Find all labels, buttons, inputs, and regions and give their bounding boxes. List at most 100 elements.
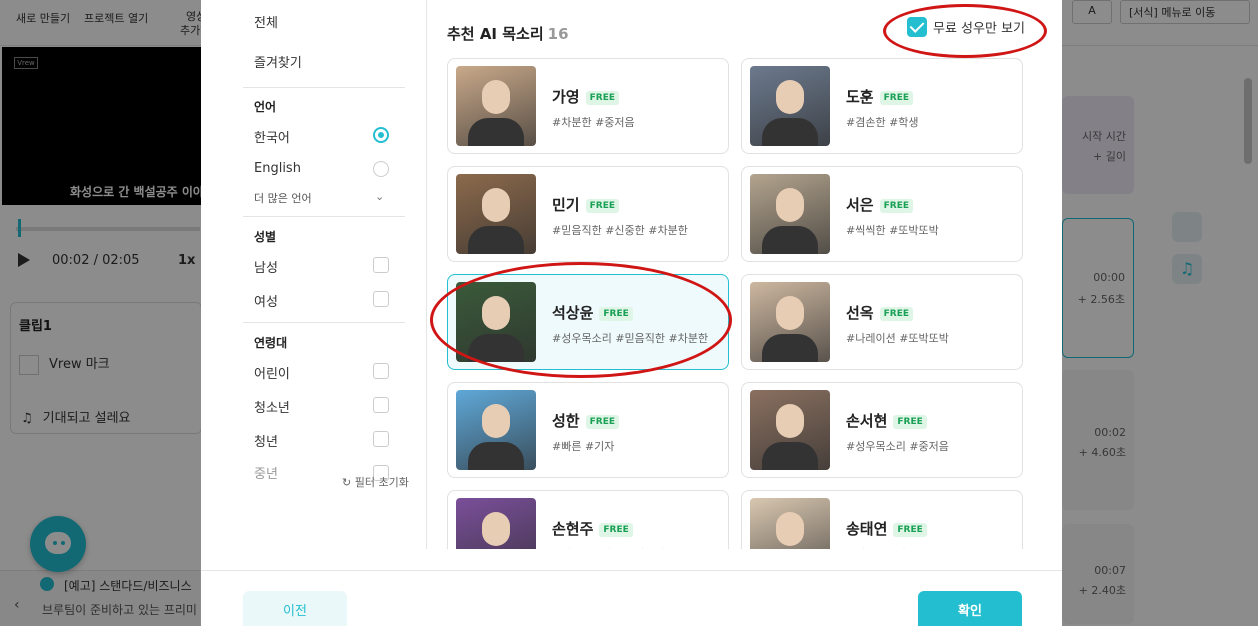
voice-tags: #성우목소리 #중저음 bbox=[846, 440, 949, 453]
voice-tags: #빠른 #기자 bbox=[552, 440, 615, 453]
lang-korean-label: 한국어 bbox=[254, 131, 290, 146]
prev-button[interactable]: 이전 bbox=[243, 591, 347, 626]
voice-avatar bbox=[750, 174, 830, 254]
voice-avatar bbox=[750, 282, 830, 362]
annotation-ellipse-free-toggle bbox=[883, 4, 1047, 58]
lang-english-label: English bbox=[254, 161, 301, 176]
free-badge: FREE bbox=[585, 198, 619, 213]
chevron-down-icon[interactable]: ⌄ bbox=[375, 190, 384, 203]
gender-header: 성별 bbox=[254, 230, 277, 244]
voice-name: 도훈 FREE bbox=[846, 86, 913, 107]
confirm-button[interactable]: 확인 bbox=[918, 591, 1022, 626]
avatar-body-icon bbox=[762, 118, 818, 146]
voice-avatar bbox=[750, 498, 830, 549]
voice-card[interactable]: 성한 FREE #빠른 #기자 bbox=[447, 382, 729, 478]
voice-card[interactable]: 서은 FREE #씩씩한 #또박또박 bbox=[741, 166, 1023, 262]
gender-female-checkbox[interactable] bbox=[373, 291, 389, 307]
age-middle-label: 중년 bbox=[254, 467, 278, 482]
free-badge: FREE bbox=[893, 522, 927, 537]
voice-name: 민기 FREE bbox=[552, 194, 619, 215]
filter-reset-button[interactable]: ↻ 필터 초기화 bbox=[342, 474, 409, 490]
voice-tags: #성우목소리 #또박또박 bbox=[552, 546, 665, 549]
voice-card[interactable]: 손현주 FREE #성우목소리 #또박또박 bbox=[447, 490, 729, 549]
voice-name-text: 도훈 bbox=[846, 88, 874, 106]
avatar-body-icon bbox=[468, 442, 524, 470]
avatar-body-icon bbox=[468, 226, 524, 254]
voice-card[interactable]: 가영 FREE #차분한 #중저음 bbox=[447, 58, 729, 154]
avatar-face-icon bbox=[776, 188, 804, 222]
voice-list-title-text: 추천 AI 목소리 bbox=[447, 25, 544, 43]
lang-english-radio[interactable] bbox=[373, 161, 389, 177]
divider bbox=[243, 216, 405, 217]
voice-count: 16 bbox=[547, 25, 569, 43]
voice-name: 성한 FREE bbox=[552, 410, 619, 431]
voice-name: 송태연 FREE bbox=[846, 518, 927, 539]
avatar-face-icon bbox=[776, 80, 804, 114]
voice-avatar bbox=[456, 390, 536, 470]
avatar-body-icon bbox=[468, 118, 524, 146]
voice-name: 가영 FREE bbox=[552, 86, 619, 107]
voice-name-text: 서은 bbox=[846, 196, 874, 214]
voice-avatar bbox=[750, 390, 830, 470]
voice-tags: #겸손한 #학생 bbox=[846, 116, 919, 129]
free-badge: FREE bbox=[585, 90, 619, 105]
voice-tags: #성우목소리 #눈음 bbox=[846, 546, 939, 549]
free-badge: FREE bbox=[599, 522, 633, 537]
voice-card[interactable]: 선옥 FREE #나레이션 #또박또박 bbox=[741, 274, 1023, 370]
filter-all[interactable]: 전체 bbox=[254, 12, 278, 31]
free-badge: FREE bbox=[585, 414, 619, 429]
voice-avatar bbox=[456, 498, 536, 549]
voice-name: 서은 FREE bbox=[846, 194, 913, 215]
voice-card[interactable]: 민기 FREE #믿음직한 #신중한 #차분한 bbox=[447, 166, 729, 262]
voice-name: 손현주 FREE bbox=[552, 518, 633, 539]
age-child-label: 어린이 bbox=[254, 367, 290, 382]
gender-male-checkbox[interactable] bbox=[373, 257, 389, 273]
voice-name-text: 손현주 bbox=[552, 520, 594, 538]
filter-favorites[interactable]: 즐겨찾기 bbox=[254, 52, 302, 71]
voice-name: 손서현 FREE bbox=[846, 410, 927, 431]
voice-name-text: 성한 bbox=[552, 412, 580, 430]
voice-card[interactable]: 도훈 FREE #겸손한 #학생 bbox=[741, 58, 1023, 154]
free-badge: FREE bbox=[879, 198, 913, 213]
age-young-label: 청년 bbox=[254, 435, 278, 450]
filter-panel: 전체 즐겨찾기 언어 한국어 English 더 많은 언어 ⌄ 성별 남성 여… bbox=[201, 0, 427, 549]
gender-male-label: 남성 bbox=[254, 261, 278, 276]
avatar-face-icon bbox=[776, 512, 804, 546]
voice-name-text: 선옥 bbox=[846, 304, 874, 322]
more-languages-button[interactable]: 더 많은 언어 bbox=[254, 190, 312, 206]
voice-card[interactable]: 송태연 FREE #성우목소리 #눈음 bbox=[741, 490, 1023, 549]
voice-tags: #나레이션 #또박또박 bbox=[846, 332, 949, 345]
free-badge: FREE bbox=[879, 306, 913, 321]
voice-list-title: 추천 AI 목소리 16 bbox=[447, 23, 569, 44]
age-teen-checkbox[interactable] bbox=[373, 397, 389, 413]
voice-name-text: 손서현 bbox=[846, 412, 888, 430]
avatar-face-icon bbox=[776, 296, 804, 330]
filter-reset-label: 필터 초기화 bbox=[354, 476, 409, 489]
voice-card[interactable]: 손서현 FREE #성우목소리 #중저음 bbox=[741, 382, 1023, 478]
free-badge: FREE bbox=[879, 90, 913, 105]
avatar-body-icon bbox=[762, 442, 818, 470]
voice-name: 선옥 FREE bbox=[846, 302, 913, 323]
avatar-body-icon bbox=[762, 226, 818, 254]
lang-korean-radio[interactable] bbox=[373, 127, 389, 143]
language-header: 언어 bbox=[254, 100, 277, 114]
avatar-body-icon bbox=[762, 334, 818, 362]
voice-name-text: 가영 bbox=[552, 88, 580, 106]
voice-name-text: 민기 bbox=[552, 196, 580, 214]
age-header: 연령대 bbox=[254, 336, 288, 350]
free-badge: FREE bbox=[893, 414, 927, 429]
avatar-face-icon bbox=[482, 404, 510, 438]
voice-avatar bbox=[750, 66, 830, 146]
voice-tags: #믿음직한 #신중한 #차분한 bbox=[552, 224, 688, 237]
age-child-checkbox[interactable] bbox=[373, 363, 389, 379]
avatar-face-icon bbox=[482, 188, 510, 222]
age-teen-label: 청소년 bbox=[254, 401, 290, 416]
voice-tags: #씩씩한 #또박또박 bbox=[846, 224, 939, 237]
divider bbox=[243, 87, 405, 88]
voice-tags: #차분한 #중저음 bbox=[552, 116, 635, 129]
age-young-checkbox[interactable] bbox=[373, 431, 389, 447]
voice-avatar bbox=[456, 174, 536, 254]
reset-icon: ↻ bbox=[342, 476, 352, 489]
voice-avatar bbox=[456, 66, 536, 146]
modal-footer: 이전 확인 bbox=[201, 570, 1062, 626]
